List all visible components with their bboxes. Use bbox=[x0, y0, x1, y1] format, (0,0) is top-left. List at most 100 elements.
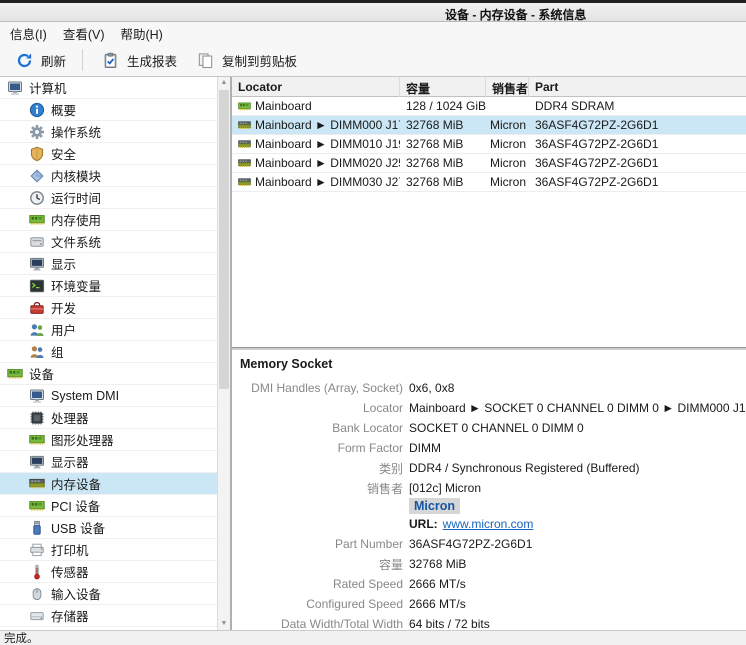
details-title: Memory Socket bbox=[238, 355, 746, 378]
sidebar-item-input-devices[interactable]: 输入设备 bbox=[0, 583, 217, 605]
right-pane: Locator容量销售者Part Mainboard 128 / 1024 GiB… bbox=[232, 77, 746, 630]
detail-value: 32768 MiB bbox=[409, 557, 466, 571]
titlebar[interactable]: 设备 - 内存设备 - 系统信息 bbox=[0, 0, 746, 22]
sidebar-item-development[interactable]: 开发 bbox=[0, 297, 217, 319]
menu-help[interactable]: 帮助(H) bbox=[112, 22, 170, 45]
sidebar-item-label: 操作系统 bbox=[51, 122, 101, 141]
detail-row: DMI Handles (Array, Socket)0x6, 0x8 bbox=[238, 378, 746, 398]
cell-capacity: 32768 MiB bbox=[400, 175, 486, 189]
sidebar-item-label: 计算机 bbox=[29, 78, 67, 97]
detail-row: Micron bbox=[238, 498, 746, 514]
column-header-locator[interactable]: Locator bbox=[232, 77, 400, 97]
menu-info[interactable]: 信息(I) bbox=[2, 22, 55, 45]
column-header-part[interactable]: Part bbox=[529, 77, 746, 97]
copy-to-clipboard-button[interactable]: 复制到剪贴板 bbox=[187, 47, 307, 74]
detail-value: 64 bits / 72 bits bbox=[409, 617, 490, 630]
column-header-capacity[interactable]: 容量 bbox=[400, 77, 486, 97]
sidebar-item-kernel-modules[interactable]: 内核模块 bbox=[0, 165, 217, 187]
sidebar-item-filesystems[interactable]: 文件系统 bbox=[0, 231, 217, 253]
table-row[interactable]: Mainboard ► DIMM030 J2732768 MiBMicron36… bbox=[232, 173, 746, 192]
sidebar-item-summary[interactable]: 概要 bbox=[0, 99, 217, 121]
vendor-url-link[interactable]: www.micron.com bbox=[443, 517, 534, 531]
sidebar-item-environment-variables[interactable]: 环境变量 bbox=[0, 275, 217, 297]
refresh-icon bbox=[16, 52, 33, 69]
cell-part: 36ASF4G72PZ-2G6D1 bbox=[529, 175, 746, 189]
detail-label: Rated Speed bbox=[238, 577, 403, 591]
refresh-button[interactable]: 刷新 bbox=[6, 47, 76, 74]
locator-text: Mainboard ► DIMM010 J19 bbox=[255, 137, 400, 151]
sidebar-item-usb-devices[interactable]: USB 设备 bbox=[0, 517, 217, 539]
clock-icon bbox=[29, 190, 45, 206]
detail-row: 容量32768 MiB bbox=[238, 554, 746, 574]
locator-text: Mainboard bbox=[255, 99, 312, 113]
sidebar-item-system-dmi[interactable]: System DMI bbox=[0, 385, 217, 407]
system-info-window: 设备 - 内存设备 - 系统信息 信息(I) 查看(V) 帮助(H) 刷新 生成… bbox=[0, 0, 746, 645]
detail-row: LocatorMainboard ► SOCKET 0 CHANNEL 0 DI… bbox=[238, 398, 746, 418]
sidebar-item-monitors[interactable]: 显示器 bbox=[0, 451, 217, 473]
sidebar-item-uptime[interactable]: 运行时间 bbox=[0, 187, 217, 209]
group-icon bbox=[29, 344, 45, 360]
table-header: Locator容量销售者Part bbox=[232, 77, 746, 97]
detail-label: Form Factor bbox=[238, 441, 403, 455]
sidebar-item-display[interactable]: 显示 bbox=[0, 253, 217, 275]
dimm-icon bbox=[238, 176, 251, 189]
cell-part: 36ASF4G72PZ-2G6D1 bbox=[529, 156, 746, 170]
sidebar-item-pci-devices[interactable]: PCI 设备 bbox=[0, 495, 217, 517]
toolbar-separator bbox=[82, 49, 83, 71]
sidebar-item-storage[interactable]: 存储器 bbox=[0, 605, 217, 627]
detail-row: 类别DDR4 / Synchronous Registered (Buffere… bbox=[238, 458, 746, 478]
cell-vendor: Micron bbox=[486, 118, 529, 132]
thermometer-icon bbox=[29, 564, 45, 580]
sidebar-section-computer[interactable]: 计算机 bbox=[0, 77, 217, 99]
column-header-vendor[interactable]: 销售者 bbox=[486, 77, 529, 97]
table-row[interactable]: Mainboard ► DIMM020 J2532768 MiBMicron36… bbox=[232, 154, 746, 173]
scrollbar-thumb[interactable] bbox=[219, 90, 229, 389]
cell-part: DDR4 SDRAM bbox=[529, 99, 746, 113]
toolbox-icon bbox=[29, 300, 45, 316]
users-icon bbox=[29, 322, 45, 338]
sidebar-scrollbar[interactable]: ▲ ▼ bbox=[217, 77, 230, 630]
sidebar-item-label: 运行时间 bbox=[51, 188, 101, 207]
ram-icon bbox=[238, 100, 251, 113]
sidebar-item-label: 输入设备 bbox=[51, 584, 101, 603]
scroll-up-arrow-icon[interactable]: ▲ bbox=[218, 77, 230, 89]
table-row[interactable]: Mainboard ► DIMM000 J1732768 MiBMicron36… bbox=[232, 116, 746, 135]
details-rows: DMI Handles (Array, Socket)0x6, 0x8Locat… bbox=[238, 378, 746, 630]
sidebar-item-label: 内存设备 bbox=[51, 474, 101, 493]
sidebar-item-groups[interactable]: 组 bbox=[0, 341, 217, 363]
refresh-label: 刷新 bbox=[41, 51, 66, 70]
table-row[interactable]: Mainboard 128 / 1024 GiB DDR4 SDRAM bbox=[232, 97, 746, 116]
sidebar-item-label: 内核模块 bbox=[51, 166, 101, 185]
sidebar-item-label: 图形处理器 bbox=[51, 430, 114, 449]
sidebar-item-users[interactable]: 用户 bbox=[0, 319, 217, 341]
sidebar-item-label: System DMI bbox=[51, 389, 119, 403]
scroll-down-arrow-icon[interactable]: ▼ bbox=[218, 618, 230, 630]
menu-view[interactable]: 查看(V) bbox=[55, 22, 113, 45]
url-label: URL: bbox=[409, 517, 438, 531]
main-area: 计算机概要操作系统安全内核模块运行时间内存使用文件系统显示环境变量开发用户组设备… bbox=[0, 77, 746, 630]
dimm-icon bbox=[238, 157, 251, 170]
details-pane: Memory Socket DMI Handles (Array, Socket… bbox=[232, 350, 746, 630]
dimm-icon bbox=[238, 119, 251, 132]
table-row[interactable]: Mainboard ► DIMM010 J1932768 MiBMicron36… bbox=[232, 135, 746, 154]
detail-label: Bank Locator bbox=[238, 421, 403, 435]
generate-report-button[interactable]: 生成报表 bbox=[92, 47, 187, 74]
sidebar-item-printers[interactable]: 打印机 bbox=[0, 539, 217, 561]
sidebar-item-security[interactable]: 安全 bbox=[0, 143, 217, 165]
sidebar-item-graphics-processor[interactable]: 图形处理器 bbox=[0, 429, 217, 451]
sidebar-section-devices[interactable]: 设备 bbox=[0, 363, 217, 385]
memory-devices-table: Locator容量销售者Part Mainboard 128 / 1024 GiB… bbox=[232, 77, 746, 347]
sidebar-item-memory-devices[interactable]: 内存设备 bbox=[0, 473, 217, 495]
shield-icon bbox=[29, 146, 45, 162]
mouse-icon bbox=[29, 586, 45, 602]
cell-locator: Mainboard ► DIMM030 J27 bbox=[232, 175, 400, 189]
ram-icon bbox=[7, 366, 23, 382]
detail-value: 2666 MT/s bbox=[409, 597, 466, 611]
cell-capacity: 128 / 1024 GiB bbox=[400, 99, 486, 113]
sidebar-item-processor[interactable]: 处理器 bbox=[0, 407, 217, 429]
sidebar-item-operating-system[interactable]: 操作系统 bbox=[0, 121, 217, 143]
detail-value: DIMM bbox=[409, 441, 441, 455]
cell-part: 36ASF4G72PZ-2G6D1 bbox=[529, 137, 746, 151]
sidebar-item-sensors[interactable]: 传感器 bbox=[0, 561, 217, 583]
sidebar-item-memory-usage[interactable]: 内存使用 bbox=[0, 209, 217, 231]
